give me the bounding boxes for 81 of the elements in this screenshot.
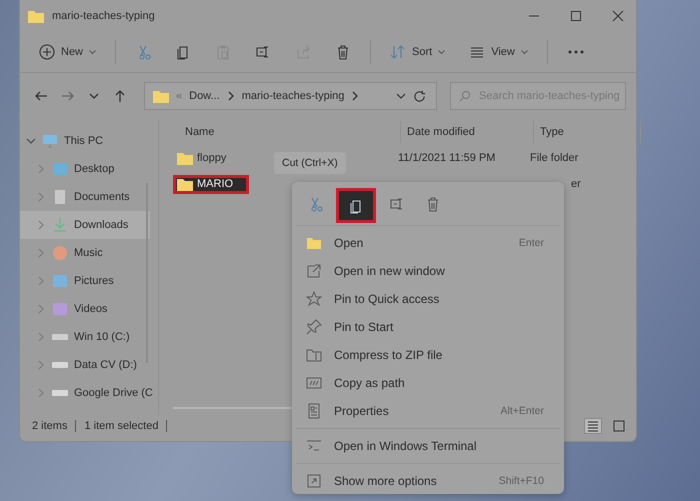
new-icon: [39, 44, 55, 60]
close-icon[interactable]: [612, 10, 624, 22]
address-bar[interactable]: « Dow... mario-teaches-typing: [144, 82, 437, 110]
documents-icon: [52, 189, 68, 205]
sidebar-item[interactable]: Desktop: [20, 155, 150, 183]
status-text: 2 items: [32, 420, 68, 432]
menu-item[interactable]: Pin to Quick access: [296, 285, 560, 313]
more-dots-icon: [566, 50, 585, 54]
menu-item[interactable]: Open in new window: [296, 257, 560, 285]
status-text: 1 item selected: [84, 420, 158, 432]
sort-button[interactable]: Sort: [381, 40, 454, 64]
desktop-icon: [52, 161, 68, 177]
pin-icon: [306, 319, 322, 335]
menu-item[interactable]: Pin to Start: [296, 313, 560, 341]
caret-icon: [89, 50, 96, 54]
sidebar-item[interactable]: Documents: [20, 183, 150, 211]
chevron-right-icon[interactable]: [226, 91, 235, 101]
refresh-icon[interactable]: [413, 90, 426, 102]
drive-icon: [52, 362, 68, 368]
caret-icon: [520, 50, 528, 54]
menu-item[interactable]: Copy as path: [296, 369, 560, 397]
chevron-right-icon[interactable]: [351, 91, 360, 101]
more-icon: [306, 473, 322, 489]
sidebar-item[interactable]: Google Drive (C: [20, 379, 150, 407]
table-cell-text: File folder: [529, 152, 580, 164]
copy-button[interactable]: [336, 188, 376, 223]
star-icon: [306, 291, 322, 307]
chevron-down-icon[interactable]: [396, 91, 406, 101]
zip-icon: [306, 347, 322, 363]
sidebar-item[interactable]: Pictures: [20, 267, 150, 295]
folder-icon: [177, 178, 193, 190]
table-cell: er: [571, 178, 581, 190]
window-title: mario-teaches-typing: [52, 10, 155, 22]
tooltip: Cut (Ctrl+X): [274, 152, 346, 174]
column-header[interactable]: Date modified: [401, 121, 534, 143]
monitor-icon: [42, 133, 58, 149]
menu-item[interactable]: Open Enter: [296, 229, 560, 257]
sidebar-item[interactable]: This PC: [20, 127, 150, 155]
breadcrumb[interactable]: mario-teaches-typing: [242, 90, 344, 102]
maximize-icon[interactable]: [570, 10, 582, 22]
column-header[interactable]: Name: [173, 121, 401, 143]
open-icon: [306, 235, 322, 251]
system-drive-icon: [52, 334, 68, 340]
folder-icon: [177, 152, 193, 164]
folder-icon: [28, 9, 44, 23]
sidebar-item[interactable]: Music: [20, 239, 150, 267]
sidebar-item[interactable]: Data CV (D:): [20, 351, 150, 379]
sort-icon: [390, 44, 406, 60]
search-icon: [459, 90, 471, 102]
music-icon: [52, 245, 68, 261]
drive-icon: [52, 390, 68, 396]
details-view-button[interactable]: [584, 418, 602, 434]
new-button[interactable]: New: [30, 40, 106, 64]
pictures-icon: [52, 273, 68, 289]
sidebar-item[interactable]: Win 10 (C:): [20, 323, 150, 351]
videos-icon: [52, 301, 68, 317]
view-button[interactable]: View: [460, 40, 537, 64]
file-name-cell[interactable]: MARIO: [173, 174, 249, 194]
chevron-down-icon[interactable]: [26, 136, 36, 146]
sidebar-item[interactable]: Downloads: [20, 211, 150, 239]
square-icon: [613, 420, 625, 432]
menu-item[interactable]: Compress to ZIP file: [296, 341, 560, 369]
breadcrumb[interactable]: Dow...: [189, 90, 220, 102]
new-window-icon: [306, 263, 322, 279]
properties-icon: [306, 403, 322, 419]
file-name-cell[interactable]: floppy: [173, 148, 249, 168]
menu-item[interactable]: Properties Alt+Enter: [296, 397, 560, 425]
folder-icon: [153, 89, 169, 103]
downloads-icon: [52, 217, 68, 233]
menu-item[interactable]: Show more options Shift+F10: [296, 467, 560, 495]
sidebar-item[interactable]: Videos: [20, 295, 150, 323]
table-cell-text: 11/1/2021 11:59 PM: [397, 152, 496, 164]
back-arrow-icon[interactable]: [34, 89, 48, 103]
list-icon: [587, 420, 599, 432]
rename-icon: [389, 196, 405, 212]
up-arrow-icon[interactable]: [113, 89, 127, 103]
caret-icon: [438, 50, 446, 54]
column-header[interactable]: Type: [534, 121, 641, 143]
delete-icon: [425, 196, 441, 212]
path-icon: [306, 375, 322, 391]
menu-item[interactable]: Open in Windows Terminal: [296, 432, 560, 460]
